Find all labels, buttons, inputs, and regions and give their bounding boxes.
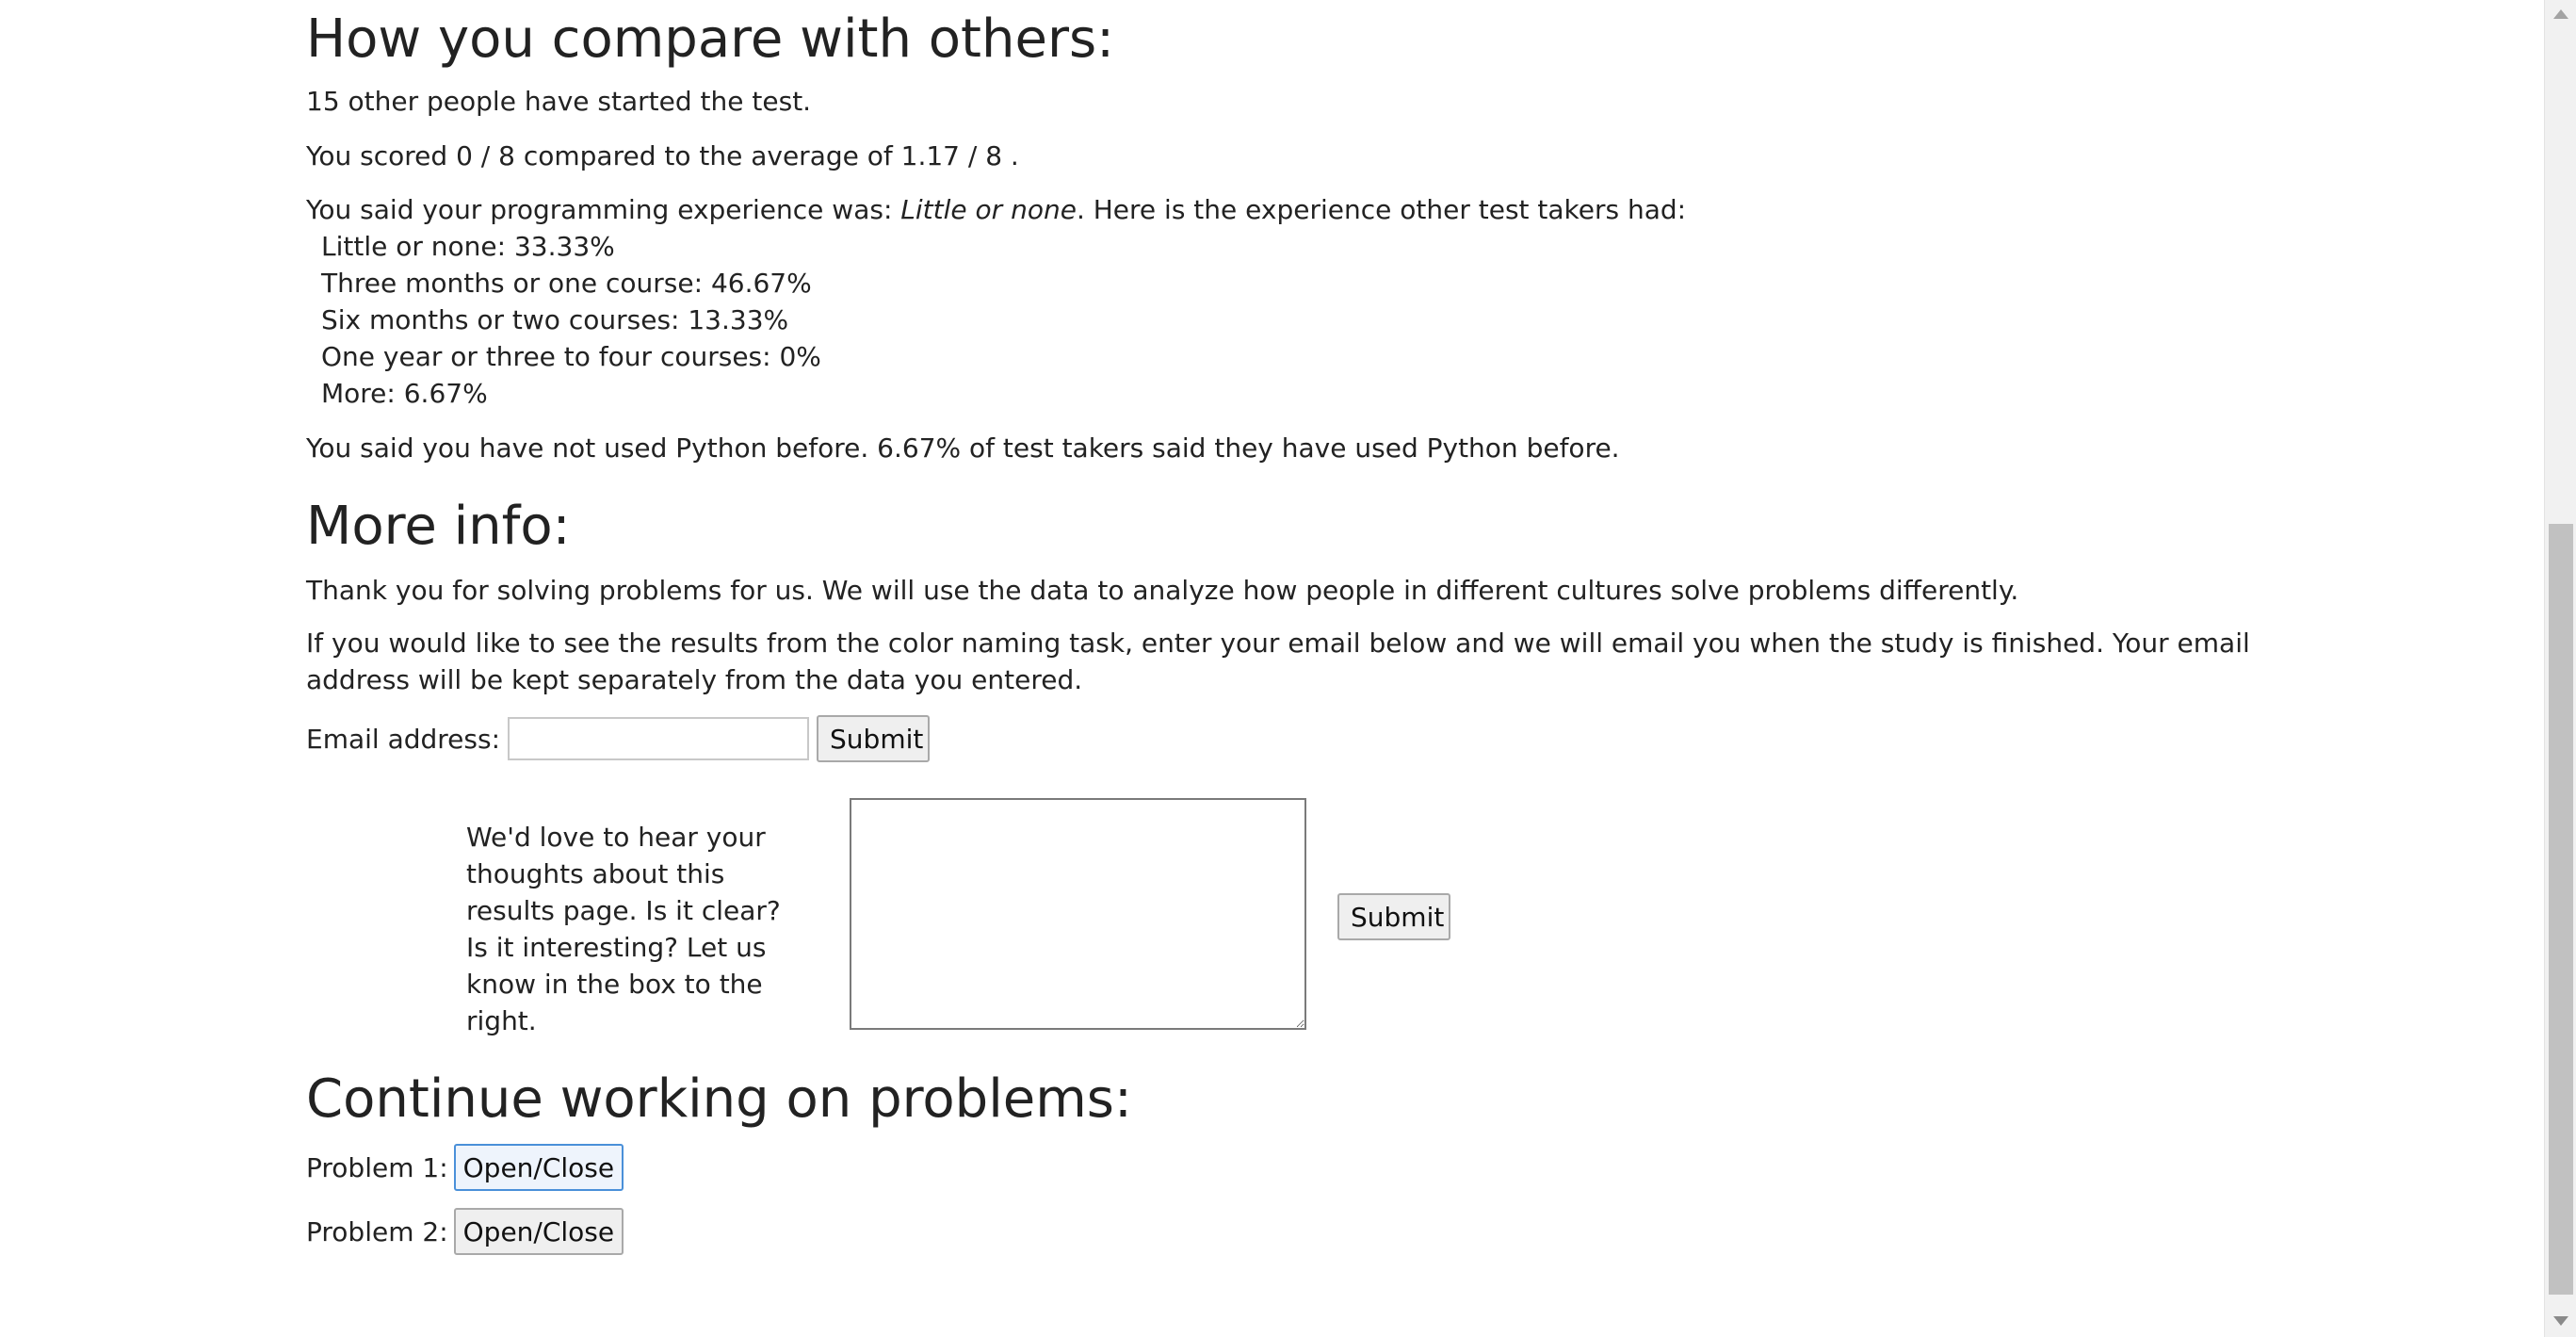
started-count-text: 15 other people have started the test. [306, 86, 812, 117]
experience-outro: . Here is the experience other test take… [1076, 194, 1687, 225]
problem-row-1: Problem 1: Open/Close [306, 1143, 624, 1192]
experience-breakdown-item: Little or none: 33.33% [321, 231, 615, 262]
problem-1-open-close-button[interactable]: Open/Close [453, 1144, 624, 1191]
feedback-textarea[interactable] [850, 798, 1306, 1030]
feedback-prompt: We'd love to hear your thoughts about th… [466, 822, 781, 1036]
continue-heading: Continue working on problems: [306, 1068, 1132, 1130]
vertical-scrollbar[interactable] [2544, 0, 2576, 1337]
problem-2-label: Problem 2: [306, 1215, 448, 1247]
scroll-up-arrow-icon[interactable] [2553, 9, 2568, 19]
email-submit-button[interactable]: Submit [817, 715, 931, 762]
email-results-text: If you would like to see the results fro… [306, 628, 2250, 695]
email-input[interactable] [508, 717, 810, 760]
experience-breakdown-list: Little or none: 33.33% Three months or o… [321, 228, 821, 412]
more-info-heading: More info: [306, 496, 571, 557]
score-comparison-text: You scored 0 / 8 compared to the average… [306, 140, 1019, 171]
feedback-submit-button[interactable]: Submit [1337, 893, 1450, 940]
experience-value: Little or none [900, 194, 1077, 225]
experience-breakdown-item: One year or three to four courses: 0% [321, 341, 821, 372]
experience-breakdown-item: Three months or one course: 46.67% [321, 268, 812, 299]
compare-heading: How you compare with others: [306, 8, 1115, 70]
scrollbar-thumb[interactable] [2549, 524, 2573, 1295]
experience-breakdown-item: More: 6.67% [321, 378, 488, 409]
python-usage-text: You said you have not used Python before… [306, 432, 1620, 464]
email-label: Email address: [306, 723, 501, 755]
experience-breakdown-item: Six months or two courses: 13.33% [321, 304, 789, 335]
problem-1-label: Problem 1: [306, 1151, 448, 1183]
experience-intro: You said your programming experience was… [306, 194, 901, 225]
email-form: Email address: Submit [306, 714, 931, 763]
experience-statement: You said your programming experience was… [306, 191, 1686, 228]
problem-row-2: Problem 2: Open/Close [306, 1207, 624, 1256]
thanks-text: Thank you for solving problems for us. W… [306, 575, 2019, 606]
scroll-down-arrow-icon[interactable] [2553, 1316, 2568, 1326]
problem-2-open-close-button[interactable]: Open/Close [453, 1208, 624, 1255]
